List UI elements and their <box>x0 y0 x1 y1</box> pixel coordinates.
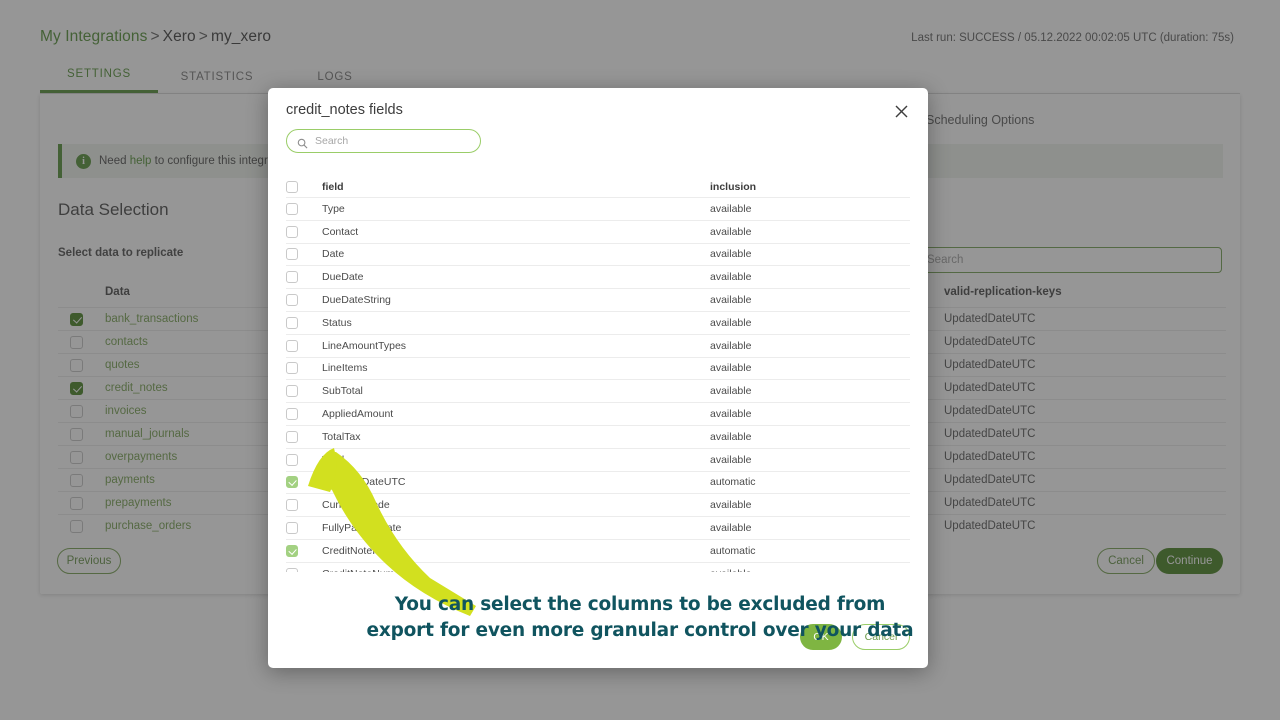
field-checkbox[interactable] <box>286 248 298 261</box>
field-inclusion: available <box>710 408 752 421</box>
column-header-field: field <box>322 180 344 193</box>
field-checkbox-cell <box>286 385 322 398</box>
search-icon <box>297 136 308 148</box>
fields-table-header: field inclusion <box>286 176 910 198</box>
field-inclusion: available <box>710 362 752 375</box>
table-row[interactable]: LineItems available <box>286 358 910 381</box>
search-placeholder: Search <box>315 135 349 147</box>
field-name: Type <box>322 202 345 215</box>
caption-line-1: You can select the columns to be exclude… <box>394 594 886 615</box>
field-checkbox[interactable] <box>286 385 298 398</box>
table-row[interactable]: SubTotal available <box>286 380 910 404</box>
field-inclusion: available <box>710 499 752 512</box>
search-input[interactable]: Search <box>286 129 481 153</box>
field-checkbox[interactable] <box>286 339 298 352</box>
caption-line-2: export for even more granular control ov… <box>366 620 914 641</box>
field-checkbox-cell <box>286 362 322 375</box>
table-row[interactable]: DueDateString available <box>286 289 910 312</box>
field-inclusion: available <box>710 294 752 307</box>
field-checkbox[interactable] <box>286 294 298 307</box>
field-inclusion: available <box>710 568 910 572</box>
field-name: DueDateString <box>322 294 391 307</box>
field-inclusion: available <box>710 271 752 284</box>
field-inclusion: available <box>710 339 752 352</box>
table-row[interactable]: Type available <box>286 198 910 221</box>
field-inclusion: available <box>710 316 752 329</box>
field-name: Contact <box>322 225 359 238</box>
table-row[interactable]: Date available <box>286 244 910 267</box>
field-name: Status <box>322 316 352 329</box>
field-inclusion: automatic <box>710 476 756 489</box>
table-row[interactable]: LineAmountTypes available <box>286 335 910 358</box>
table-row[interactable]: Status available <box>286 312 910 335</box>
table-row[interactable]: Contact available <box>286 221 910 244</box>
field-name: LineItems <box>322 362 368 375</box>
field-name: Date <box>322 248 345 261</box>
select-all-checkbox[interactable] <box>286 180 298 193</box>
field-checkbox[interactable] <box>286 362 298 375</box>
field-checkbox-cell <box>286 316 322 329</box>
field-inclusion: automatic <box>710 544 756 557</box>
field-name: AppliedAmount <box>322 408 394 421</box>
field-checkbox-cell <box>286 225 322 238</box>
table-row[interactable]: AppliedAmount available <box>286 403 910 426</box>
field-name: SubTotal <box>322 385 363 398</box>
field-inclusion: available <box>710 522 752 535</box>
field-checkbox-cell <box>286 408 322 421</box>
annotation-caption: You can select the columns to be exclude… <box>0 592 1280 644</box>
field-inclusion: available <box>710 202 752 215</box>
field-inclusion: available <box>710 248 752 261</box>
field-name: LineAmountTypes <box>322 339 407 352</box>
field-checkbox[interactable] <box>286 202 298 215</box>
field-checkbox[interactable] <box>286 408 298 421</box>
field-checkbox-cell <box>286 271 322 284</box>
field-inclusion: available <box>710 225 752 238</box>
close-icon[interactable] <box>890 100 912 122</box>
field-checkbox[interactable] <box>286 271 298 284</box>
field-inclusion: available <box>710 385 752 398</box>
select-all-cell <box>286 180 322 193</box>
field-checkbox-cell <box>286 339 322 352</box>
field-checkbox[interactable] <box>286 316 298 329</box>
field-inclusion: available <box>710 430 752 443</box>
field-checkbox-cell <box>286 294 322 307</box>
field-checkbox-cell <box>286 202 322 215</box>
screenshot-root: My Integrations>Xero>my_xero Last run: S… <box>0 0 1280 720</box>
field-name: DueDate <box>322 271 364 284</box>
field-checkbox[interactable] <box>286 225 298 238</box>
modal-title: credit_notes fields <box>286 102 403 118</box>
column-header-inclusion: inclusion <box>710 180 757 193</box>
field-inclusion: available <box>710 453 752 466</box>
field-checkbox-cell <box>286 248 322 261</box>
table-row[interactable]: DueDate available <box>286 266 910 290</box>
